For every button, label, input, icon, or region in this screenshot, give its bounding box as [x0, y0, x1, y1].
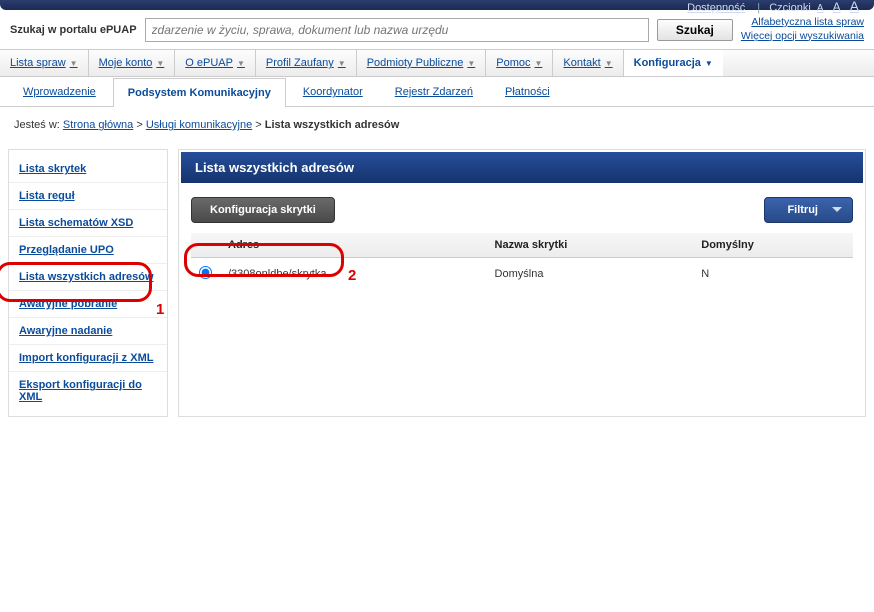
chevron-down-icon: ▼: [467, 59, 475, 68]
nav2-podsystem-komunikacyjny[interactable]: Podsystem Komunikacyjny: [113, 78, 286, 107]
chevron-down-icon: ▼: [156, 59, 164, 68]
sidebar-item-lista-schematow-xsd[interactable]: Lista schematów XSD: [9, 210, 167, 237]
font-size-small[interactable]: A: [817, 3, 824, 14]
alpha-list-link[interactable]: Alfabetyczna lista spraw: [741, 16, 864, 30]
row-select-radio[interactable]: [199, 266, 212, 279]
nav1-kontakt[interactable]: Kontakt▼: [553, 50, 623, 76]
nav1-moje-konto[interactable]: Moje konto▼: [89, 50, 176, 76]
panel-title: Lista wszystkich adresów: [181, 152, 863, 183]
breadcrumb-current: Lista wszystkich adresów: [265, 119, 400, 131]
primary-nav: Lista spraw▼ Moje konto▼ O ePUAP▼ Profil…: [0, 49, 874, 77]
search-label: Szukaj w portalu ePUAP: [10, 24, 137, 36]
sidebar-item-import-konfiguracji[interactable]: Import konfiguracji z XML: [9, 345, 167, 372]
sidebar: Lista skrytek Lista reguł Lista schemató…: [8, 149, 168, 417]
chevron-down-icon: ▼: [338, 59, 346, 68]
nav1-konfiguracja[interactable]: Konfiguracja▼: [624, 50, 723, 76]
chevron-down-icon: ▼: [605, 59, 613, 68]
nav2-rejestr-zdarzen[interactable]: Rejestr Zdarzeń: [380, 77, 488, 106]
breadcrumb: Jesteś w: Strona główna > Usługi komunik…: [0, 107, 874, 149]
row-address: /3308onldbe/skrytka: [220, 258, 487, 291]
sidebar-item-lista-skrytek[interactable]: Lista skrytek: [9, 156, 167, 183]
breadcrumb-home[interactable]: Strona główna: [63, 119, 133, 131]
table-header-domyslny: Domyślny: [693, 233, 853, 258]
search-input[interactable]: [145, 18, 649, 42]
sidebar-item-awaryjne-nadanie[interactable]: Awaryjne nadanie: [9, 318, 167, 345]
filter-button[interactable]: Filtruj: [764, 197, 853, 223]
config-skrytki-button[interactable]: Konfiguracja skrytki: [191, 197, 335, 223]
top-links: Dostępność | Czcionki A A A: [684, 0, 862, 14]
main-panel: Lista wszystkich adresów Konfiguracja sk…: [178, 149, 866, 417]
more-options-link[interactable]: Więcej opcji wyszukiwania: [741, 30, 864, 44]
table-header-adres: Adres: [220, 233, 487, 258]
font-size-large[interactable]: A: [850, 0, 859, 14]
address-table: Adres Nazwa skrytki Domyślny /3308onldbe…: [191, 233, 853, 290]
table-header-nazwa: Nazwa skrytki: [487, 233, 694, 258]
search-button[interactable]: Szukaj: [657, 19, 733, 41]
chevron-down-icon: ▼: [237, 59, 245, 68]
sidebar-item-lista-wszystkich-adresow[interactable]: Lista wszystkich adresów: [9, 264, 167, 291]
table-row: /3308onldbe/skrytka Domyślna N: [191, 258, 853, 291]
nav1-pomoc[interactable]: Pomoc▼: [486, 50, 553, 76]
chevron-down-icon: ▼: [70, 59, 78, 68]
row-name: Domyślna: [487, 258, 694, 291]
sidebar-item-eksport-konfiguracji[interactable]: Eksport konfiguracji do XML: [9, 372, 167, 410]
nav1-profil-zaufany[interactable]: Profil Zaufany▼: [256, 50, 357, 76]
sidebar-item-lista-regul[interactable]: Lista reguł: [9, 183, 167, 210]
sidebar-item-awaryjne-pobranie[interactable]: Awaryjne pobranie: [9, 291, 167, 318]
row-default: N: [693, 258, 853, 291]
nav1-podmioty-publiczne[interactable]: Podmioty Publiczne▼: [357, 50, 487, 76]
font-size-medium[interactable]: A: [833, 0, 841, 14]
nav1-o-epuap[interactable]: O ePUAP▼: [175, 50, 256, 76]
chevron-down-icon: ▼: [705, 59, 713, 68]
fonts-label: Czcionki: [769, 2, 811, 14]
chevron-down-icon: ▼: [534, 59, 542, 68]
nav2-wprowadzenie[interactable]: Wprowadzenie: [8, 77, 111, 106]
nav2-platnosci[interactable]: Płatności: [490, 77, 565, 106]
nav2-koordynator[interactable]: Koordynator: [288, 77, 378, 106]
secondary-nav: Wprowadzenie Podsystem Komunikacyjny Koo…: [0, 77, 874, 107]
sidebar-item-przegladanie-upo[interactable]: Przeglądanie UPO: [9, 237, 167, 264]
nav1-lista-spraw[interactable]: Lista spraw▼: [0, 50, 89, 76]
breadcrumb-mid[interactable]: Usługi komunikacyjne: [146, 119, 252, 131]
accessibility-link[interactable]: Dostępność: [687, 2, 745, 14]
